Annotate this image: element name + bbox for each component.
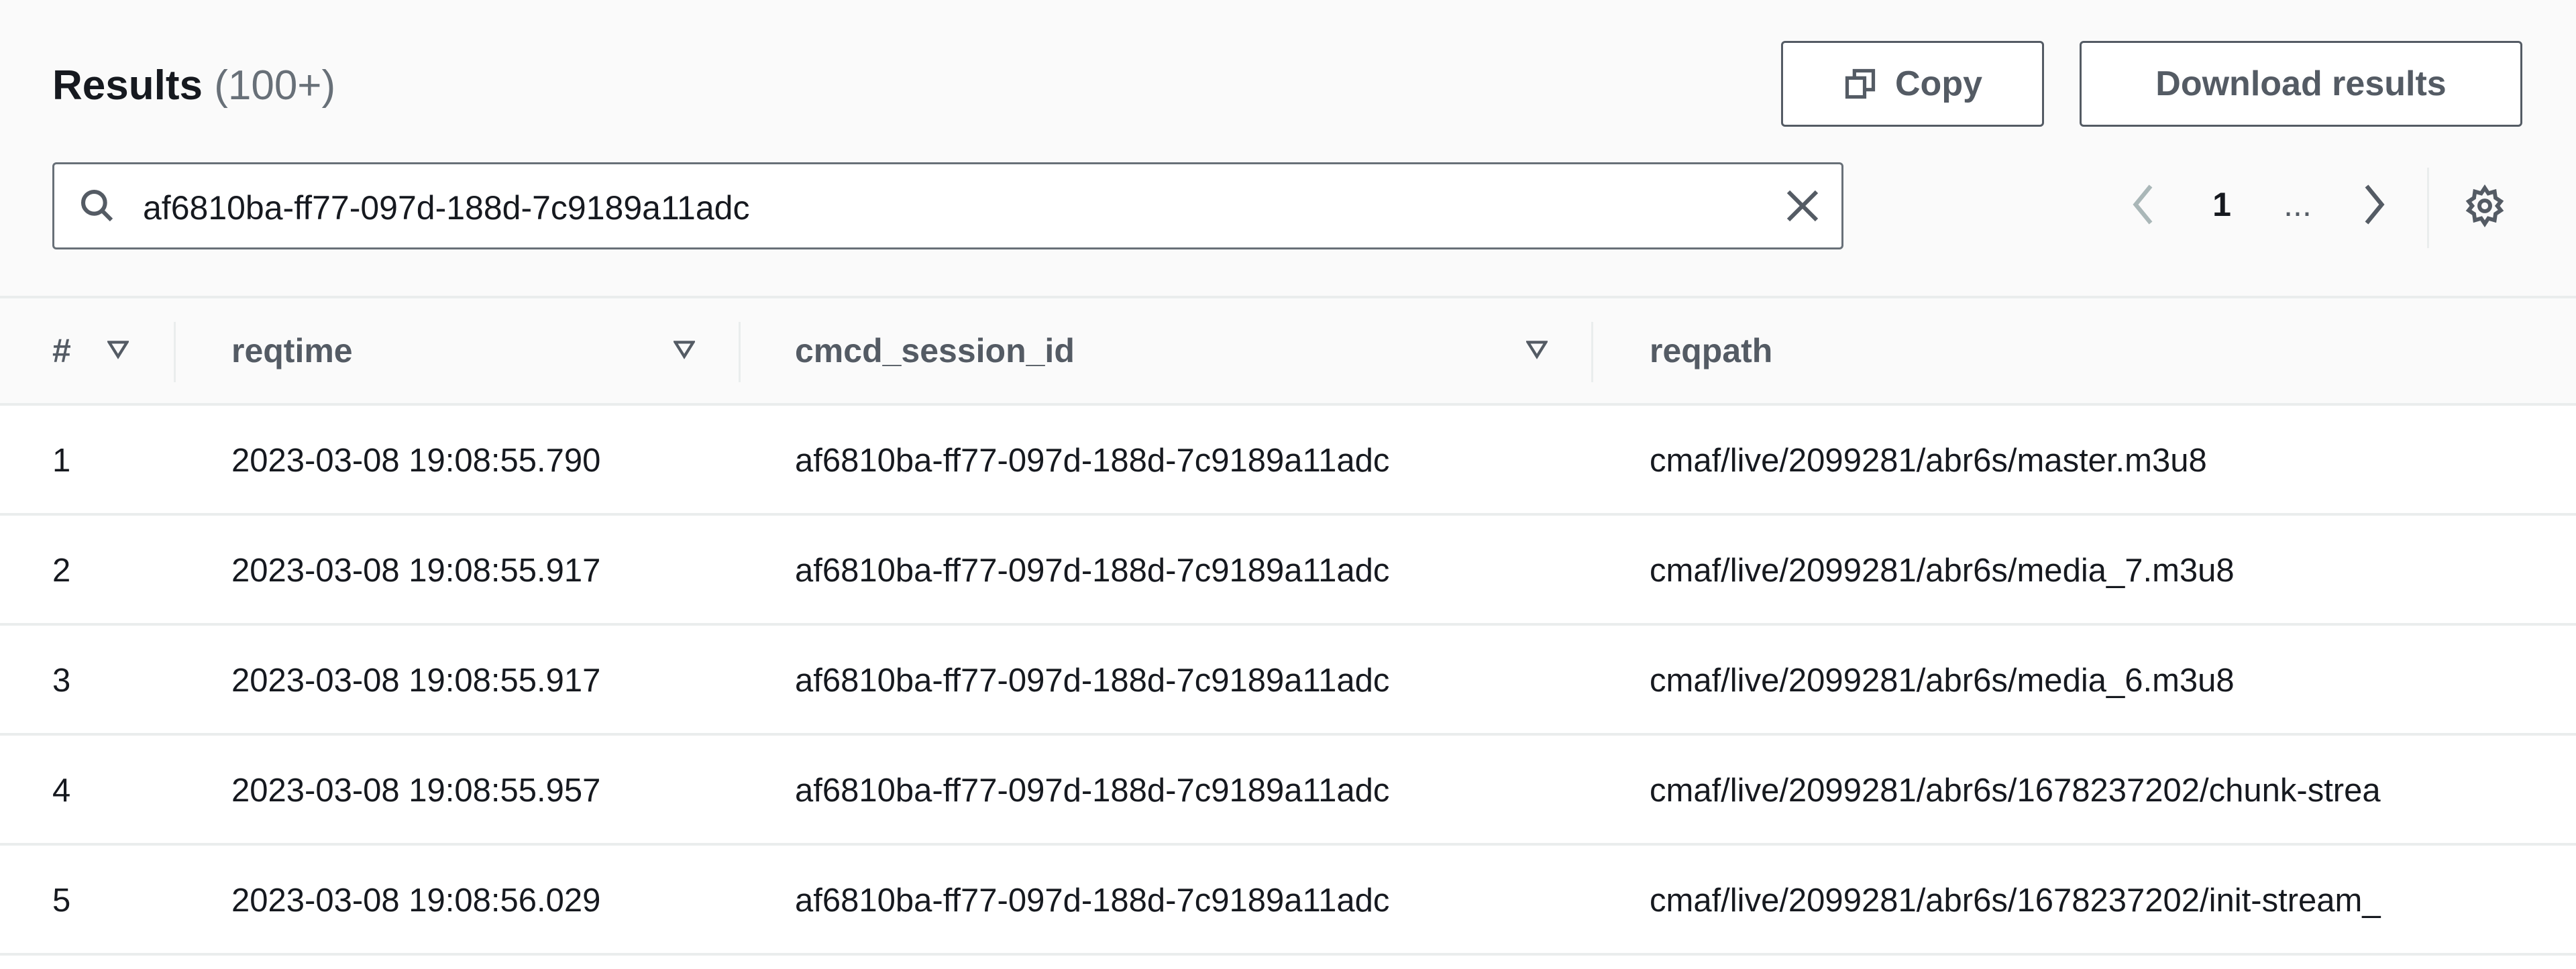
table-top-border xyxy=(0,296,2576,298)
cell-reqtime: 2023-03-08 19:08:55.957 xyxy=(231,773,601,809)
column-header-reqpath[interactable]: reqpath xyxy=(1650,331,1772,370)
sort-icon[interactable] xyxy=(107,339,129,360)
column-header-cmcd-session-id[interactable]: cmcd_session_id xyxy=(795,331,1075,370)
download-label: Download results xyxy=(2155,64,2447,103)
sort-icon[interactable] xyxy=(1526,339,1548,360)
cell-session-id: af6810ba-ff77-097d-188d-7c9189a11adc xyxy=(795,553,1390,589)
table-row[interactable]: 5 2023-03-08 19:08:56.029 af6810ba-ff77-… xyxy=(0,846,2576,956)
cell-session-id: af6810ba-ff77-097d-188d-7c9189a11adc xyxy=(795,443,1390,479)
cell-session-id: af6810ba-ff77-097d-188d-7c9189a11adc xyxy=(795,882,1390,919)
table-row[interactable]: 4 2023-03-08 19:08:55.957 af6810ba-ff77-… xyxy=(0,736,2576,846)
column-header-reqtime[interactable]: reqtime xyxy=(231,331,353,370)
clear-icon[interactable] xyxy=(1784,187,1821,225)
cell-number: 4 xyxy=(52,773,71,809)
cell-session-id: af6810ba-ff77-097d-188d-7c9189a11adc xyxy=(795,773,1390,809)
cell-number: 5 xyxy=(52,882,71,919)
cell-reqtime: 2023-03-08 19:08:55.790 xyxy=(231,443,601,479)
cell-reqpath: cmaf/live/2099281/abr6s/1678237202/chunk… xyxy=(1650,773,2381,809)
column-resizer[interactable] xyxy=(174,322,176,382)
sort-icon[interactable] xyxy=(674,339,695,360)
search-value: af6810ba-ff77-097d-188d-7c9189a11adc xyxy=(143,189,750,227)
search-input[interactable]: af6810ba-ff77-097d-188d-7c9189a11adc xyxy=(52,162,1843,249)
pagination-divider xyxy=(2427,168,2429,248)
cell-reqtime: 2023-03-08 19:08:55.917 xyxy=(231,553,601,589)
cell-reqpath: cmaf/live/2099281/abr6s/master.m3u8 xyxy=(1650,443,2207,479)
page-1-button[interactable]: 1 xyxy=(2207,181,2237,228)
table-row[interactable]: 2 2023-03-08 19:08:55.917 af6810ba-ff77-… xyxy=(0,516,2576,626)
download-results-button[interactable]: Download results xyxy=(2080,41,2522,127)
cell-reqpath: cmaf/live/2099281/abr6s/media_6.m3u8 xyxy=(1650,663,2235,699)
column-resizer[interactable] xyxy=(739,322,741,382)
cell-reqtime: 2023-03-08 19:08:55.917 xyxy=(231,663,601,699)
cell-number: 1 xyxy=(52,443,71,479)
previous-page-icon[interactable] xyxy=(2127,181,2161,228)
cell-number: 2 xyxy=(52,553,71,589)
cell-number: 3 xyxy=(52,663,71,699)
copy-icon xyxy=(1845,68,1876,99)
copy-button[interactable]: Copy xyxy=(1781,41,2044,127)
table-row[interactable]: 1 2023-03-08 19:08:55.790 af6810ba-ff77-… xyxy=(0,406,2576,516)
pagination-ellipsis: ... xyxy=(2284,186,2312,223)
next-page-icon[interactable] xyxy=(2356,181,2391,228)
table-row[interactable]: 3 2023-03-08 19:08:55.917 af6810ba-ff77-… xyxy=(0,626,2576,736)
results-count: (100+) xyxy=(214,62,336,109)
cell-reqpath: cmaf/live/2099281/abr6s/1678237202/init-… xyxy=(1650,882,2381,919)
column-resizer[interactable] xyxy=(1591,322,1593,382)
title-text: Results xyxy=(52,62,203,109)
cell-reqpath: cmaf/live/2099281/abr6s/media_7.m3u8 xyxy=(1650,553,2235,589)
page-title: Results (100+) xyxy=(52,62,335,109)
cell-session-id: af6810ba-ff77-097d-188d-7c9189a11adc xyxy=(795,663,1390,699)
search-icon xyxy=(80,189,113,222)
column-header-number[interactable]: # xyxy=(52,331,71,370)
cell-reqtime: 2023-03-08 19:08:56.029 xyxy=(231,882,601,919)
copy-label: Copy xyxy=(1895,64,1982,103)
settings-gear-icon[interactable] xyxy=(2463,184,2506,227)
